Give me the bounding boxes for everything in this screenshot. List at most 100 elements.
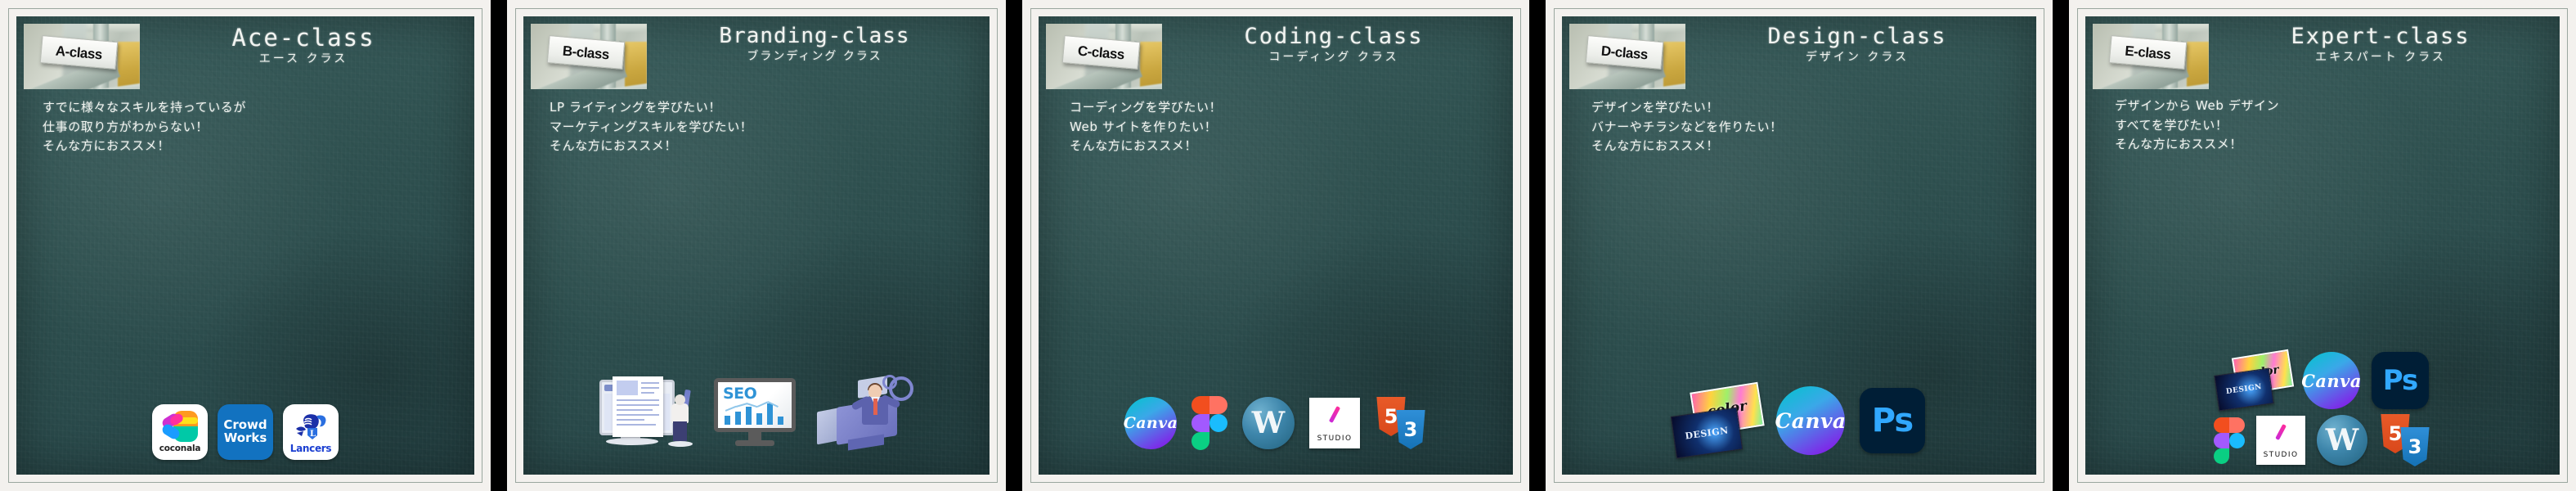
card-frame: C-class Coding-class コーディング クラス コーディングを学… <box>1030 8 1521 483</box>
photoshop-label: Ps <box>2382 364 2419 397</box>
design-thumbnails-group: color DESIGN <box>1670 381 1765 459</box>
class-title-jp: エキスパート クラス <box>2315 51 2446 65</box>
seo-label: SEO <box>723 385 757 403</box>
class-description: LP ライティングを学びたい！ マーケティングスキルを学びたい！ そんな方におス… <box>550 98 752 156</box>
chalkboard: D-class Design-class デザイン クラス デザインを学びたい！… <box>1562 16 2036 475</box>
design-thumbnail-label: DESIGN <box>1684 424 1730 442</box>
card-frame: B-class Branding-class ブランディング クラス LP ライ… <box>515 8 998 483</box>
canva-icon[interactable]: Canva <box>1775 386 1847 455</box>
logo-row: Canva W STUDIO 5 3 <box>1039 396 1513 450</box>
canva-icon[interactable]: Canva <box>2301 352 2362 409</box>
sign-label: D-class <box>1600 43 1649 63</box>
css3-label: 3 <box>2408 435 2422 458</box>
description-line-2: マーケティングスキルを学びたい！ <box>550 119 753 134</box>
canva-label: Canva <box>1123 414 1178 432</box>
class-description: すでに様々なスキルを持っているが 仕事の取り方がわからない！ そんな方におススメ… <box>43 98 246 156</box>
class-sign-photo: B-class <box>531 24 647 89</box>
class-sign-photo: C-class <box>1046 24 1162 89</box>
logo-row-1: color DESIGN Canva Ps <box>2214 349 2429 412</box>
description-line-1: コーディングを学びたい！ <box>1070 100 1223 115</box>
chalkboard: A-class Ace-class エース クラス すでに様々なスキルを持ってい… <box>16 16 474 475</box>
title-block: Expert-class エキスパート クラス <box>2209 24 2552 65</box>
crowdworks-label-line2: Works <box>223 430 267 445</box>
class-card-c-class[interactable]: C-class Coding-class コーディング クラス コーディングを学… <box>1022 0 1529 491</box>
card-gap <box>2053 0 2069 491</box>
class-cards-strip: A-class Ace-class エース クラス すでに様々なスキルを持ってい… <box>0 0 2576 491</box>
lancers-icon[interactable]: L Lancers <box>283 404 339 460</box>
logo-row: color DESIGN Canva Ps <box>1562 381 2036 459</box>
card-gap <box>1006 0 1022 491</box>
card-header: D-class Design-class デザイン クラス <box>1569 24 2029 89</box>
crowdworks-icon[interactable]: Crowd Works <box>218 404 273 460</box>
photoshop-label: Ps <box>1871 402 1914 439</box>
class-title-jp: コーディング クラス <box>1268 51 1399 65</box>
card-frame: A-class Ace-class エース クラス すでに様々なスキルを持ってい… <box>8 8 482 483</box>
studio-icon[interactable]: STUDIO <box>2256 416 2305 465</box>
photoshop-icon[interactable]: Ps <box>2372 352 2429 409</box>
card-header: E-class Expert-class エキスパート クラス <box>2093 24 2552 89</box>
class-title-en: Branding-class <box>719 24 910 48</box>
description-line-2: すべてを学びたい！ <box>2115 117 2228 133</box>
class-title-jp: ブランディング クラス <box>747 50 882 64</box>
card-frame: E-class Expert-class エキスパート クラス デザインから W… <box>2077 8 2568 483</box>
card-header: B-class Branding-class ブランディング クラス <box>531 24 982 89</box>
class-title-en: Ace-class <box>231 24 375 52</box>
wordpress-icon[interactable]: W <box>2317 415 2367 466</box>
class-card-b-class[interactable]: B-class Branding-class ブランディング クラス LP ライ… <box>507 0 1006 491</box>
coconala-label: coconala <box>159 444 201 453</box>
sign-label: C-class <box>1077 43 1125 63</box>
description-line-1: すでに様々なスキルを持っているが <box>43 100 247 115</box>
lancers-knight-icon: L <box>296 413 326 439</box>
card-header: C-class Coding-class コーディング クラス <box>1046 24 1506 89</box>
css3-label: 3 <box>1403 418 1418 441</box>
class-card-e-class[interactable]: E-class Expert-class エキスパート クラス デザインから W… <box>2069 0 2576 491</box>
description-line-1: デザインを学びたい！ <box>1591 100 1720 115</box>
canva-label: Canva <box>1775 408 1847 433</box>
wordpress-icon[interactable]: W <box>1242 397 1295 449</box>
class-title-en: Coding-class <box>1244 24 1424 49</box>
html5-css3-group: 5 3 <box>2379 414 2431 466</box>
class-card-a-class[interactable]: A-class Ace-class エース クラス すでに様々なスキルを持ってい… <box>0 0 491 491</box>
wordpress-label: W <box>2325 423 2359 457</box>
css3-icon[interactable]: 3 <box>1394 410 1427 449</box>
coconala-icon[interactable]: coconala <box>152 404 208 460</box>
sign-label: E-class <box>2124 43 2172 63</box>
card-header: A-class Ace-class エース クラス <box>24 24 467 89</box>
logo-row: SEO <box>523 375 990 453</box>
wordpress-label: W <box>1251 406 1286 440</box>
figma-icon[interactable] <box>2214 417 2245 464</box>
photoshop-icon[interactable]: Ps <box>1860 388 1925 453</box>
description-line-2: バナーやチラシなどを作りたい！ <box>1591 119 1783 134</box>
card-gap <box>1529 0 1546 491</box>
studio-label: STUDIO <box>2263 450 2299 459</box>
description-line-2: Web サイトを作りたい！ <box>1070 119 1218 134</box>
class-description: デザインから Web デザイン すべてを学びたい！ そんな方におススメ！ <box>2115 97 2279 155</box>
description-line-3: そんな方におススメ！ <box>43 138 171 154</box>
logo-row: coconala Crowd Works L Lancers <box>16 404 474 460</box>
html5-css3-group: 5 3 <box>1375 397 1427 449</box>
class-title-jp: デザイン クラス <box>1805 51 1910 65</box>
description-line-2: 仕事の取り方がわからない！ <box>43 119 209 134</box>
design-thumbnails-group: color DESIGN <box>2214 349 2295 412</box>
class-description: コーディングを学びたい！ Web サイトを作りたい！ そんな方におススメ！ <box>1070 98 1222 156</box>
design-thumbnail-label: DESIGN <box>2225 382 2263 397</box>
logo-row-2: STUDIO W 5 3 <box>2214 414 2431 466</box>
class-title-jp: エース クラス <box>258 52 348 66</box>
canva-label: Canva <box>2301 370 2362 391</box>
css3-icon[interactable]: 3 <box>2399 427 2431 466</box>
studio-slash-icon <box>2275 423 2287 440</box>
class-card-d-class[interactable]: D-class Design-class デザイン クラス デザインを学びたい！… <box>1546 0 2053 491</box>
card-gap <box>491 0 507 491</box>
title-block: Ace-class エース クラス <box>140 24 467 66</box>
class-title-en: Expert-class <box>2291 24 2471 49</box>
canva-icon[interactable]: Canva <box>1123 397 1178 449</box>
design-thumbnail-icon: DESIGN <box>2214 367 2274 412</box>
sign-label: B-class <box>562 43 610 63</box>
design-thumbnail-icon: DESIGN <box>1670 407 1744 459</box>
title-block: Design-class デザイン クラス <box>1685 24 2029 65</box>
figma-icon[interactable] <box>1192 396 1227 450</box>
svg-text:L: L <box>310 430 316 439</box>
description-line-3: そんな方におススメ！ <box>550 138 678 154</box>
studio-icon[interactable]: STUDIO <box>1309 398 1360 448</box>
class-sign-photo: D-class <box>1569 24 1685 89</box>
